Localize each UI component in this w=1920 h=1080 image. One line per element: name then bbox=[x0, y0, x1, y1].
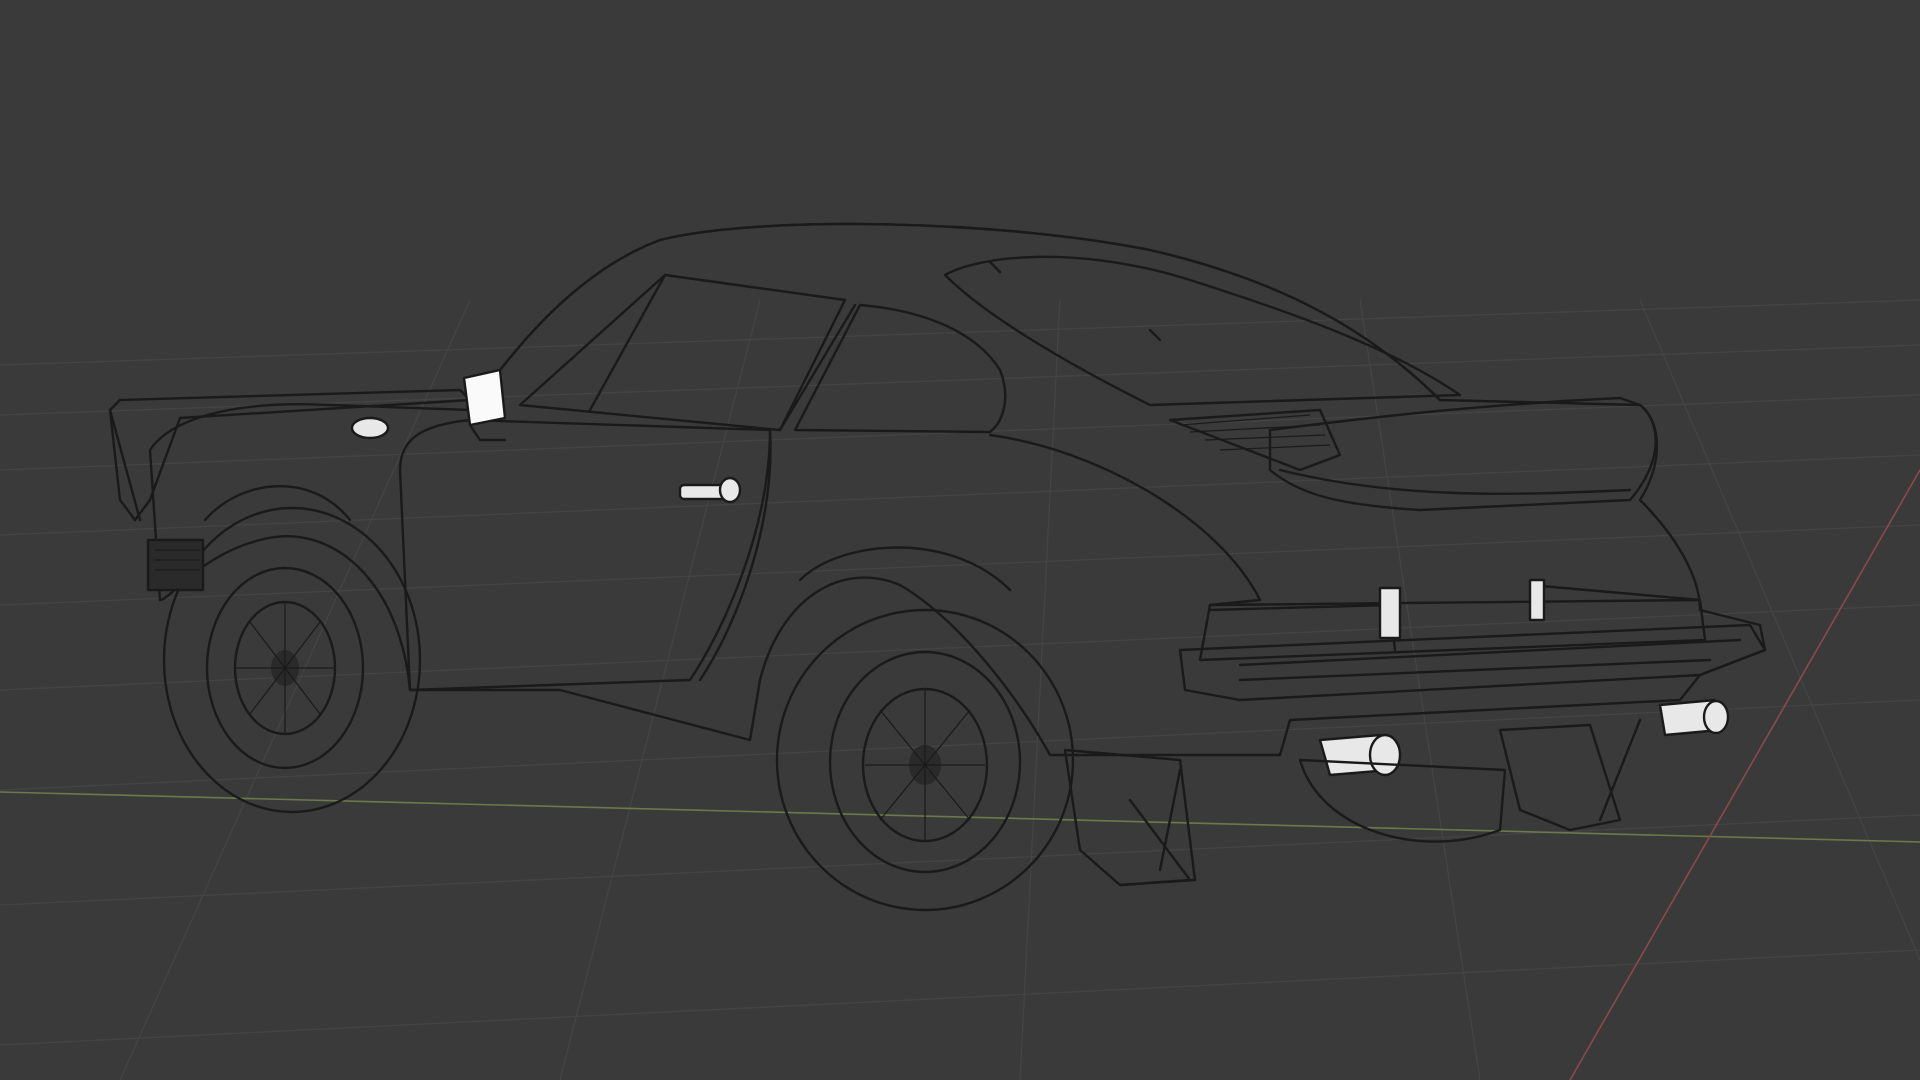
fuel-cap bbox=[350, 416, 390, 440]
axis-lines bbox=[0, 469, 1920, 1080]
near-wheel bbox=[775, 608, 1075, 912]
side-window-front bbox=[518, 273, 847, 432]
y-axis-line bbox=[0, 791, 1920, 843]
door-handle bbox=[678, 476, 742, 504]
3d-viewport[interactable] bbox=[0, 0, 1920, 1080]
car-wireframe-icon[interactable] bbox=[108, 222, 1767, 912]
side-window-rear bbox=[793, 303, 1007, 434]
door-outline bbox=[398, 418, 772, 692]
side-mirror bbox=[462, 368, 507, 442]
x-axis-line bbox=[1569, 469, 1920, 1080]
car-body bbox=[148, 222, 1767, 757]
rear-badge bbox=[1378, 586, 1402, 640]
viewport-canvas[interactable] bbox=[0, 0, 1920, 1080]
floor-grid bbox=[0, 299, 1920, 1080]
front-light bbox=[146, 538, 205, 592]
